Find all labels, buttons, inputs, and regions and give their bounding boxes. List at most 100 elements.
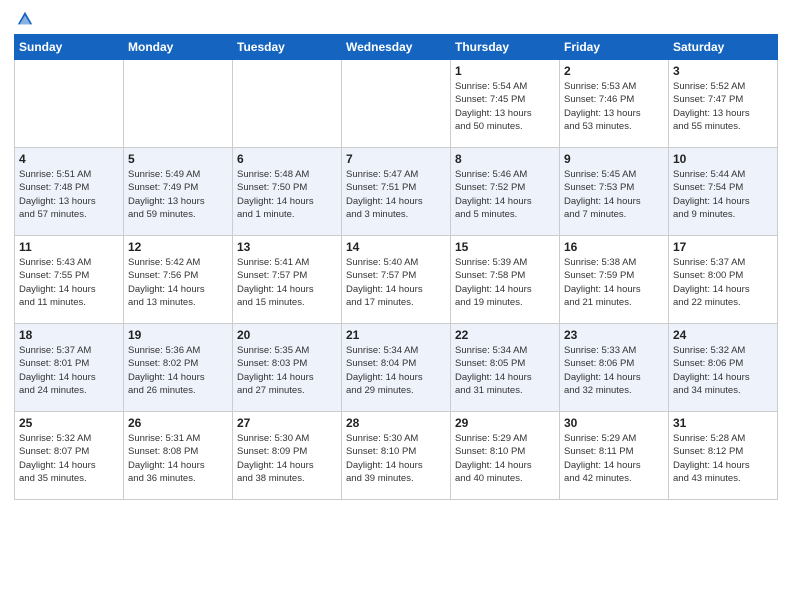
calendar-cell: 10 Sunrise: 5:44 AM Sunset: 7:54 PM Dayli…	[669, 148, 778, 236]
calendar-cell: 30 Sunrise: 5:29 AM Sunset: 8:11 PM Dayli…	[560, 412, 669, 500]
calendar-cell: 9 Sunrise: 5:45 AM Sunset: 7:53 PM Daylig…	[560, 148, 669, 236]
calendar-cell: 6 Sunrise: 5:48 AM Sunset: 7:50 PM Daylig…	[233, 148, 342, 236]
calendar-cell: 13 Sunrise: 5:41 AM Sunset: 7:57 PM Dayli…	[233, 236, 342, 324]
day-info: Sunrise: 5:39 AM Sunset: 7:58 PM Dayligh…	[455, 256, 555, 309]
day-info: Sunrise: 5:37 AM Sunset: 8:00 PM Dayligh…	[673, 256, 773, 309]
day-number: 26	[128, 416, 228, 430]
calendar-cell: 22 Sunrise: 5:34 AM Sunset: 8:05 PM Dayli…	[451, 324, 560, 412]
calendar-cell	[342, 60, 451, 148]
day-info: Sunrise: 5:36 AM Sunset: 8:02 PM Dayligh…	[128, 344, 228, 397]
calendar-cell: 18 Sunrise: 5:37 AM Sunset: 8:01 PM Dayli…	[15, 324, 124, 412]
day-number: 10	[673, 152, 773, 166]
day-number: 8	[455, 152, 555, 166]
day-number: 20	[237, 328, 337, 342]
calendar-week-4: 25Sunrise: 5:32 AM Sunset: 8:07 PM Dayli…	[15, 412, 778, 500]
logo-icon	[16, 10, 34, 28]
calendar-header-saturday: Saturday	[669, 35, 778, 60]
calendar-cell: 2 Sunrise: 5:53 AM Sunset: 7:46 PM Daylig…	[560, 60, 669, 148]
calendar-cell: 29 Sunrise: 5:29 AM Sunset: 8:10 PM Dayli…	[451, 412, 560, 500]
day-number: 23	[564, 328, 664, 342]
day-number: 31	[673, 416, 773, 430]
calendar-cell: 17 Sunrise: 5:37 AM Sunset: 8:00 PM Dayli…	[669, 236, 778, 324]
day-number: 2	[564, 64, 664, 78]
day-number: 6	[237, 152, 337, 166]
day-number: 14	[346, 240, 446, 254]
day-info: Sunrise: 5:38 AM Sunset: 7:59 PM Dayligh…	[564, 256, 664, 309]
calendar-cell: 26 Sunrise: 5:31 AM Sunset: 8:08 PM Dayli…	[124, 412, 233, 500]
day-info: Sunrise: 5:40 AM Sunset: 7:57 PM Dayligh…	[346, 256, 446, 309]
calendar-header-sunday: Sunday	[15, 35, 124, 60]
day-number: 28	[346, 416, 446, 430]
day-info: Sunrise: 5:33 AM Sunset: 8:06 PM Dayligh…	[564, 344, 664, 397]
calendar-cell: 4 Sunrise: 5:51 AM Sunset: 7:48 PM Daylig…	[15, 148, 124, 236]
day-info: Sunrise: 5:41 AM Sunset: 7:57 PM Dayligh…	[237, 256, 337, 309]
calendar-header-monday: Monday	[124, 35, 233, 60]
logo	[14, 10, 34, 28]
calendar-cell: 24Sunrise: 5:32 AM Sunset: 8:06 PM Dayli…	[669, 324, 778, 412]
day-number: 22	[455, 328, 555, 342]
calendar-header-tuesday: Tuesday	[233, 35, 342, 60]
day-number: 29	[455, 416, 555, 430]
day-info: Sunrise: 5:52 AM Sunset: 7:47 PM Dayligh…	[673, 80, 773, 133]
calendar-cell: 14 Sunrise: 5:40 AM Sunset: 7:57 PM Dayli…	[342, 236, 451, 324]
day-info: Sunrise: 5:49 AM Sunset: 7:49 PM Dayligh…	[128, 168, 228, 221]
calendar-cell: 27Sunrise: 5:30 AM Sunset: 8:09 PM Dayli…	[233, 412, 342, 500]
day-info: Sunrise: 5:30 AM Sunset: 8:09 PM Dayligh…	[237, 432, 337, 485]
calendar-header-row: SundayMondayTuesdayWednesdayThursdayFrid…	[15, 35, 778, 60]
day-info: Sunrise: 5:51 AM Sunset: 7:48 PM Dayligh…	[19, 168, 119, 221]
day-info: Sunrise: 5:54 AM Sunset: 7:45 PM Dayligh…	[455, 80, 555, 133]
page: SundayMondayTuesdayWednesdayThursdayFrid…	[0, 0, 792, 612]
day-number: 17	[673, 240, 773, 254]
day-info: Sunrise: 5:46 AM Sunset: 7:52 PM Dayligh…	[455, 168, 555, 221]
calendar-cell	[233, 60, 342, 148]
day-number: 18	[19, 328, 119, 342]
day-number: 11	[19, 240, 119, 254]
calendar-cell: 25Sunrise: 5:32 AM Sunset: 8:07 PM Dayli…	[15, 412, 124, 500]
day-info: Sunrise: 5:29 AM Sunset: 8:11 PM Dayligh…	[564, 432, 664, 485]
calendar: SundayMondayTuesdayWednesdayThursdayFrid…	[14, 34, 778, 500]
calendar-header-thursday: Thursday	[451, 35, 560, 60]
day-info: Sunrise: 5:28 AM Sunset: 8:12 PM Dayligh…	[673, 432, 773, 485]
day-number: 9	[564, 152, 664, 166]
logo-text	[14, 10, 34, 28]
day-number: 13	[237, 240, 337, 254]
calendar-cell: 16 Sunrise: 5:38 AM Sunset: 7:59 PM Dayli…	[560, 236, 669, 324]
day-number: 19	[128, 328, 228, 342]
day-info: Sunrise: 5:42 AM Sunset: 7:56 PM Dayligh…	[128, 256, 228, 309]
calendar-week-3: 18 Sunrise: 5:37 AM Sunset: 8:01 PM Dayli…	[15, 324, 778, 412]
calendar-cell	[15, 60, 124, 148]
day-info: Sunrise: 5:31 AM Sunset: 8:08 PM Dayligh…	[128, 432, 228, 485]
day-info: Sunrise: 5:30 AM Sunset: 8:10 PM Dayligh…	[346, 432, 446, 485]
day-info: Sunrise: 5:29 AM Sunset: 8:10 PM Dayligh…	[455, 432, 555, 485]
day-number: 21	[346, 328, 446, 342]
calendar-cell: 7Sunrise: 5:47 AM Sunset: 7:51 PM Daylig…	[342, 148, 451, 236]
calendar-cell: 21 Sunrise: 5:34 AM Sunset: 8:04 PM Dayli…	[342, 324, 451, 412]
day-number: 16	[564, 240, 664, 254]
day-number: 30	[564, 416, 664, 430]
calendar-cell: 11 Sunrise: 5:43 AM Sunset: 7:55 PM Dayli…	[15, 236, 124, 324]
calendar-cell: 8 Sunrise: 5:46 AM Sunset: 7:52 PM Daylig…	[451, 148, 560, 236]
calendar-cell: 28 Sunrise: 5:30 AM Sunset: 8:10 PM Dayli…	[342, 412, 451, 500]
calendar-week-1: 4 Sunrise: 5:51 AM Sunset: 7:48 PM Daylig…	[15, 148, 778, 236]
calendar-header-friday: Friday	[560, 35, 669, 60]
day-info: Sunrise: 5:34 AM Sunset: 8:05 PM Dayligh…	[455, 344, 555, 397]
calendar-cell: 12 Sunrise: 5:42 AM Sunset: 7:56 PM Dayli…	[124, 236, 233, 324]
day-number: 3	[673, 64, 773, 78]
day-info: Sunrise: 5:43 AM Sunset: 7:55 PM Dayligh…	[19, 256, 119, 309]
calendar-cell: 23 Sunrise: 5:33 AM Sunset: 8:06 PM Dayli…	[560, 324, 669, 412]
calendar-header-wednesday: Wednesday	[342, 35, 451, 60]
day-info: Sunrise: 5:37 AM Sunset: 8:01 PM Dayligh…	[19, 344, 119, 397]
day-info: Sunrise: 5:48 AM Sunset: 7:50 PM Dayligh…	[237, 168, 337, 221]
day-info: Sunrise: 5:35 AM Sunset: 8:03 PM Dayligh…	[237, 344, 337, 397]
day-number: 4	[19, 152, 119, 166]
day-info: Sunrise: 5:32 AM Sunset: 8:07 PM Dayligh…	[19, 432, 119, 485]
calendar-cell	[124, 60, 233, 148]
day-number: 12	[128, 240, 228, 254]
day-info: Sunrise: 5:34 AM Sunset: 8:04 PM Dayligh…	[346, 344, 446, 397]
calendar-cell: 19 Sunrise: 5:36 AM Sunset: 8:02 PM Dayli…	[124, 324, 233, 412]
calendar-cell: 20 Sunrise: 5:35 AM Sunset: 8:03 PM Dayli…	[233, 324, 342, 412]
day-info: Sunrise: 5:45 AM Sunset: 7:53 PM Dayligh…	[564, 168, 664, 221]
calendar-week-0: 1Sunrise: 5:54 AM Sunset: 7:45 PM Daylig…	[15, 60, 778, 148]
day-info: Sunrise: 5:44 AM Sunset: 7:54 PM Dayligh…	[673, 168, 773, 221]
day-info: Sunrise: 5:53 AM Sunset: 7:46 PM Dayligh…	[564, 80, 664, 133]
